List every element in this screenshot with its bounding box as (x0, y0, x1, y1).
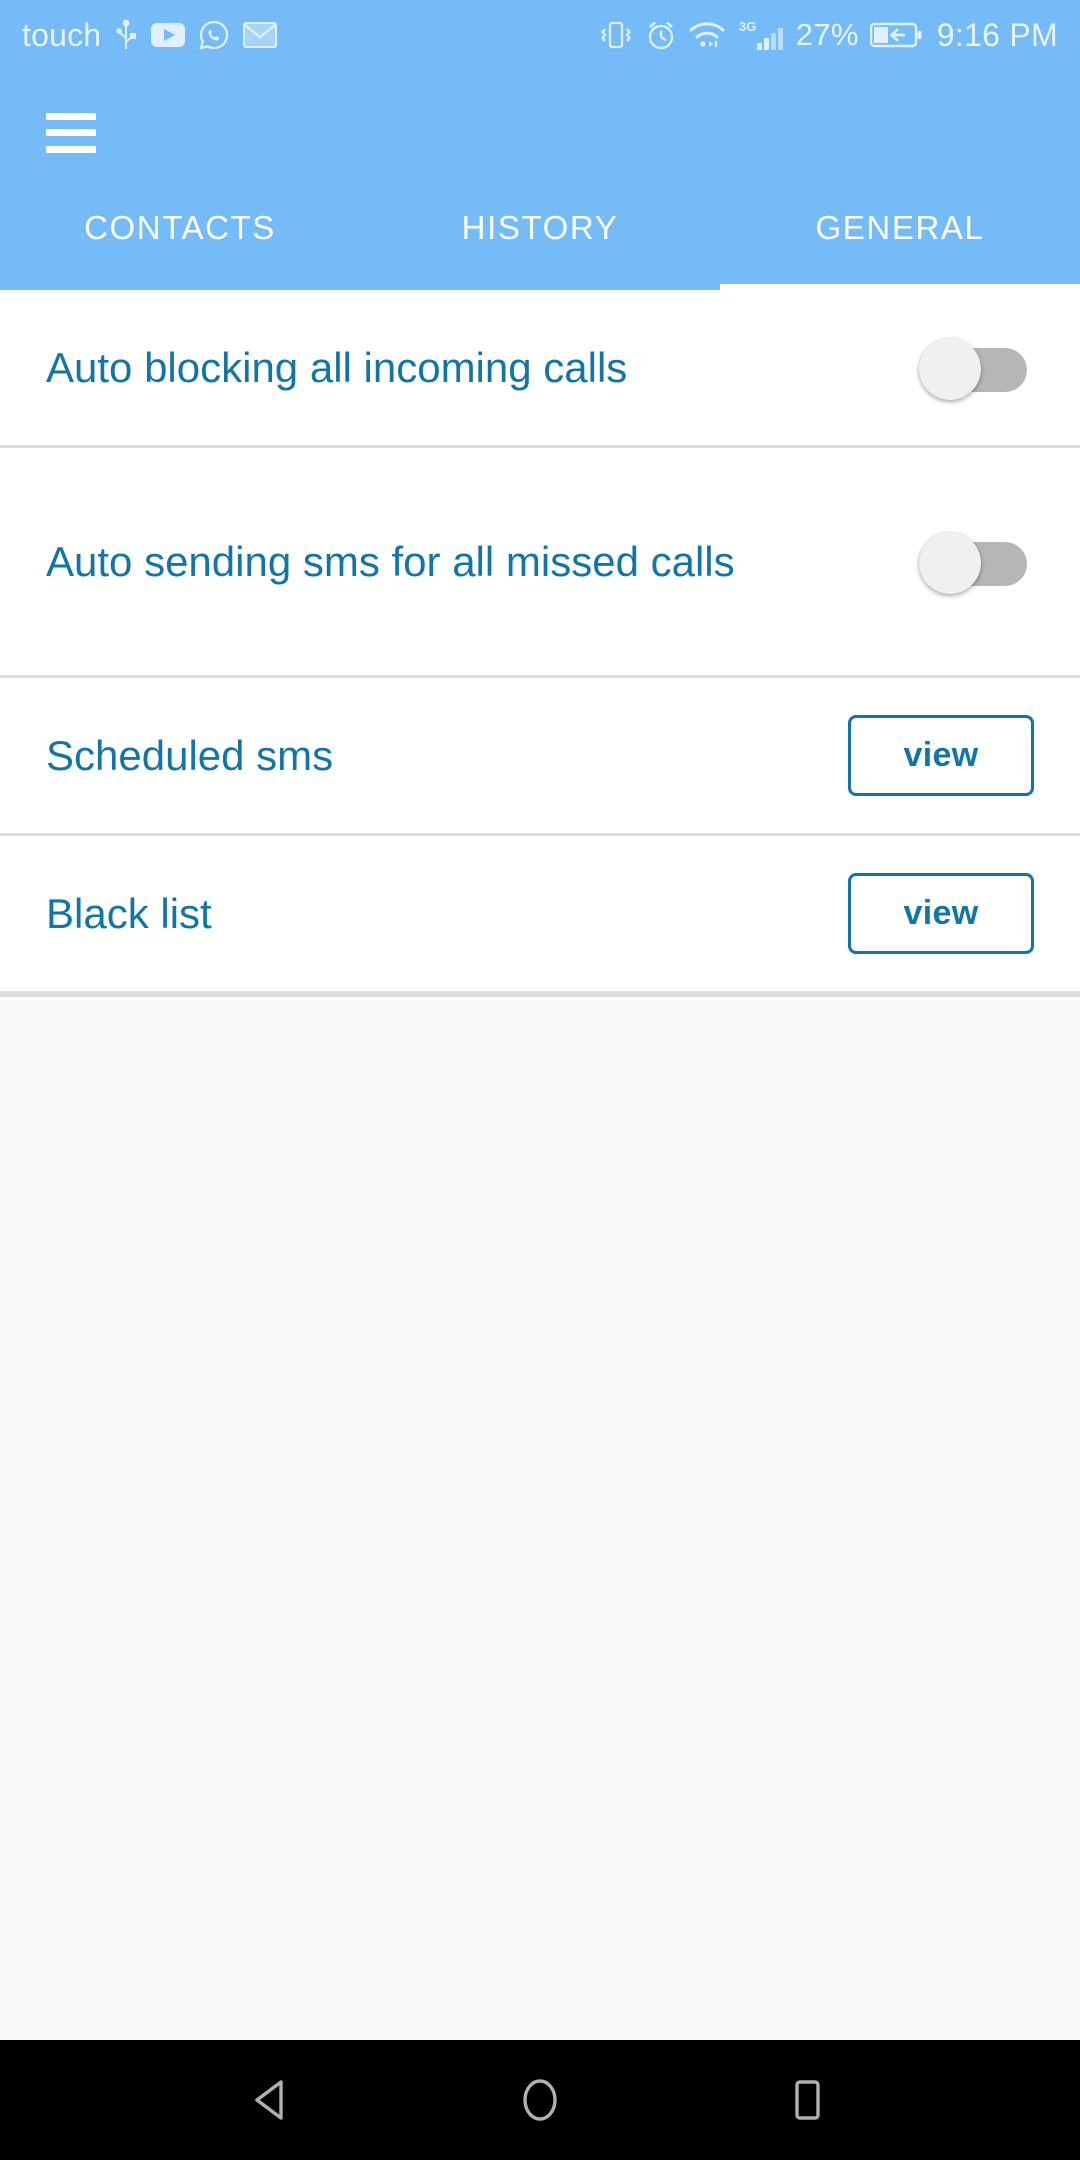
home-circle-icon[interactable] (480, 2040, 600, 2160)
hamburger-bar-1 (46, 112, 96, 120)
whatsapp-icon (199, 20, 229, 50)
settings-row-auto-sending-sms[interactable]: Auto sending sms for all missed calls (0, 448, 1080, 678)
settings-list: Auto blocking all incoming calls Auto se… (0, 290, 1080, 997)
status-bar: touch 3G 27% 9:16 PM (0, 0, 1080, 70)
hamburger-bar-3 (46, 145, 96, 153)
recents-square-icon[interactable] (747, 2040, 867, 2160)
battery-percent: 27% (795, 17, 859, 52)
tab-general[interactable]: GENERAL (720, 195, 1080, 290)
status-bar-clock: 9:16 PM (936, 16, 1058, 53)
tab-contacts-label: CONTACTS (84, 209, 276, 246)
scheduled-sms-view-button[interactable]: view (848, 715, 1034, 796)
settings-row-black-list[interactable]: Black list view (0, 836, 1080, 994)
toggle-thumb (919, 337, 981, 400)
toggle-thumb (919, 531, 981, 594)
app-bar: CONTACTS HISTORY GENERAL (0, 70, 1080, 290)
carrier-name: touch (22, 16, 102, 53)
phone-screen: touch 3G 27% 9:16 PM CONTACTS HISTORY GE… (0, 0, 1080, 2160)
tab-history[interactable]: HISTORY (360, 195, 720, 290)
auto-sending-sms-label: Auto sending sms for all missed calls (46, 537, 735, 585)
black-list-view-button[interactable]: view (848, 873, 1034, 954)
settings-row-scheduled-sms[interactable]: Scheduled sms view (0, 678, 1080, 836)
auto-sending-sms-toggle[interactable] (919, 528, 1034, 596)
auto-blocking-label: Auto blocking all incoming calls (46, 343, 628, 391)
settings-row-auto-blocking[interactable]: Auto blocking all incoming calls (0, 290, 1080, 448)
tab-general-label: GENERAL (815, 209, 985, 246)
youtube-icon (151, 23, 186, 47)
usb-icon (116, 19, 137, 49)
general-settings-content: Auto blocking all incoming calls Auto se… (0, 290, 1080, 2040)
auto-blocking-toggle[interactable] (919, 334, 1034, 402)
email-icon (243, 22, 278, 48)
battery-charging-icon (869, 22, 922, 48)
vibrate-icon (600, 21, 631, 49)
tab-history-label: HISTORY (461, 209, 619, 246)
svg-text:3G: 3G (739, 19, 756, 34)
status-bar-left: touch (22, 16, 278, 54)
active-tab-indicator (720, 284, 1080, 290)
signal-3g-icon: 3G (739, 19, 783, 50)
scheduled-sms-label: Scheduled sms (46, 731, 334, 779)
status-bar-right: 3G 27% 9:16 PM (598, 17, 1058, 54)
black-list-label: Black list (46, 889, 212, 937)
alarm-icon (648, 21, 673, 50)
app-bar-top-row (0, 70, 1080, 195)
hamburger-menu-icon[interactable] (46, 112, 96, 153)
back-triangle-icon[interactable] (213, 2040, 333, 2160)
tab-contacts[interactable]: CONTACTS (0, 195, 360, 290)
android-navigation-bar (0, 2040, 1080, 2160)
wifi-icon (689, 22, 725, 47)
hamburger-bar-2 (46, 129, 96, 136)
tab-bar: CONTACTS HISTORY GENERAL (0, 195, 1080, 290)
